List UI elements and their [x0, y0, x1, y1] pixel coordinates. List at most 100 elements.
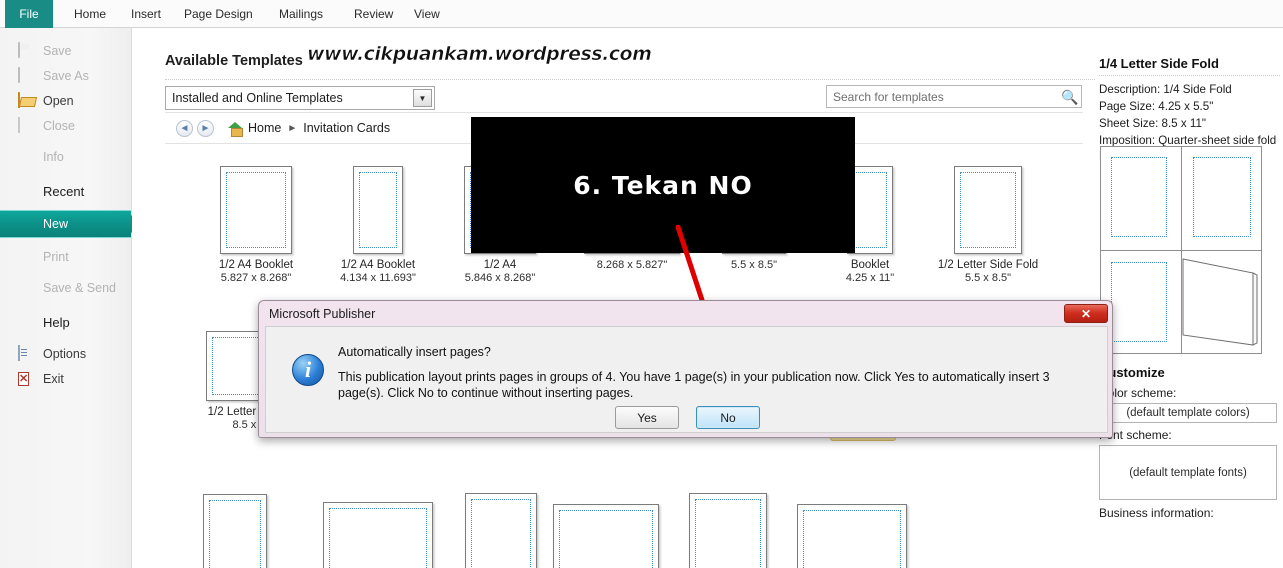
page-title: Available Templates [165, 53, 303, 69]
template-thumbnail [689, 493, 767, 568]
sidebar-item-save-and-send[interactable]: Save & Send [0, 275, 131, 300]
business-information-label: Business information: [1099, 506, 1214, 520]
exit-icon: ✕ [18, 371, 30, 386]
preview-quadrant [1111, 157, 1167, 237]
dialog-title: Microsoft Publisher [269, 307, 376, 321]
dialog-body: i Automatically insert pages? This publi… [265, 326, 1108, 433]
template-source-value: Installed and Online Templates [172, 91, 343, 105]
preview-quadrant [1111, 262, 1167, 342]
sidebar-item-label: Save & Send [43, 280, 116, 295]
template-name: 1/2 A4 Booklet [218, 259, 294, 271]
template-name: 1/2 Letter Side Fold [937, 259, 1039, 271]
template-card[interactable] [797, 504, 907, 568]
template-size: 5.5 x 8.5" [964, 272, 1012, 284]
sidebar-item-close[interactable]: Close [0, 113, 131, 138]
template-details-pane: 1/4 Letter Side Fold Description: 1/4 Si… [1096, 28, 1283, 568]
preview-fold-illustration [1182, 258, 1258, 346]
open-folder-icon [18, 91, 36, 109]
template-thumbnail [203, 494, 267, 568]
sidebar-item-help[interactable]: Help [0, 310, 131, 335]
details-description: Description: 1/4 Side Fold [1099, 83, 1232, 96]
sidebar-item-label: Info [43, 149, 64, 164]
details-page-size: Page Size: 4.25 x 5.5" [1099, 100, 1214, 113]
template-size: 5.827 x 8.268" [220, 272, 292, 284]
font-scheme-select[interactable]: (default template fonts) [1099, 445, 1277, 500]
color-scheme-select[interactable]: (default template colors) [1099, 403, 1277, 423]
template-thumbnail [323, 502, 433, 568]
template-thumbnail [954, 166, 1022, 254]
sidebar-item-label: Close [43, 118, 75, 133]
details-sheet-size: Sheet Size: 8.5 x 11" [1099, 117, 1207, 130]
search-template-box[interactable]: 🔍 [826, 85, 1082, 108]
sidebar-item-label: New [43, 217, 69, 231]
sidebar-item-recent[interactable]: Recent [0, 179, 131, 204]
title-divider [165, 79, 1205, 80]
template-card[interactable] [465, 493, 537, 568]
sidebar-item-label: Help [43, 315, 70, 330]
publisher-backstage-new-screen: File Home Insert Page Design Mailings Re… [0, 0, 1283, 568]
sidebar-item-print[interactable]: Print [0, 244, 131, 269]
annotation-step-box: 6. Tekan NO [471, 117, 855, 253]
template-thumbnail [465, 493, 537, 568]
template-size: 5.5 x 8.5" [730, 259, 778, 271]
template-card[interactable] [323, 502, 433, 568]
tab-mailings[interactable]: Mailings [273, 0, 329, 28]
insert-pages-dialog: Microsoft Publisher ✕ i Automatically in… [258, 300, 1113, 438]
details-title: 1/4 Letter Side Fold [1099, 56, 1219, 71]
close-icon[interactable]: ✕ [1064, 304, 1108, 323]
template-thumbnail [220, 166, 292, 254]
tab-view[interactable]: View [408, 0, 446, 28]
preview-horizontal-fold [1101, 250, 1261, 251]
sidebar-item-label: Recent [43, 184, 85, 199]
breadcrumb-current[interactable]: Invitation Cards [303, 121, 390, 135]
template-card[interactable]: 1/2 A4 Booklet 4.134 x 11.693" [323, 166, 433, 285]
template-preview [1100, 146, 1262, 354]
template-source-select[interactable]: Installed and Online Templates ▼ [165, 86, 435, 110]
sidebar-item-new[interactable]: New [0, 210, 140, 238]
sidebar-item-label: Save As [43, 68, 89, 83]
sidebar-item-save-as[interactable]: Save As [0, 63, 131, 88]
sidebar-item-info[interactable]: Info [0, 144, 131, 169]
template-size: 4.25 x 11" [845, 272, 895, 284]
details-divider [1099, 75, 1280, 76]
sidebar-item-label: Print [43, 249, 69, 264]
sidebar-item-open[interactable]: Open [0, 88, 131, 113]
template-thumbnail [553, 504, 659, 568]
breadcrumb-home[interactable]: Home [248, 121, 281, 135]
dialog-message: This publication layout prints pages in … [338, 370, 1050, 400]
sidebar-item-label: Save [43, 43, 72, 58]
template-card[interactable] [553, 504, 659, 568]
backstage-sidebar: Save Save As Open Close Info Recent New [0, 28, 140, 568]
yes-button[interactable]: Yes [615, 406, 679, 429]
site-watermark: www.cikpuankam.wordpress.com [307, 43, 653, 66]
tab-file[interactable]: File [5, 0, 53, 28]
preview-quadrant [1193, 157, 1251, 237]
search-icon[interactable]: 🔍 [1061, 89, 1078, 105]
sidebar-item-save[interactable]: Save [0, 38, 131, 63]
template-size: 8.268 x 5.827" [596, 259, 668, 271]
tab-home[interactable]: Home [68, 0, 112, 28]
template-name: Booklet [850, 259, 890, 271]
template-thumbnail [353, 166, 403, 254]
search-input[interactable] [833, 89, 1059, 104]
sidebar-item-label: Options [43, 346, 87, 361]
template-card[interactable]: 1/2 A4 Booklet 5.827 x 8.268" [201, 166, 311, 285]
tab-page-design[interactable]: Page Design [178, 0, 259, 28]
save-as-icon [18, 66, 36, 84]
forward-icon[interactable]: ► [197, 119, 214, 137]
template-thumbnail [797, 504, 907, 568]
home-icon[interactable] [228, 121, 243, 137]
no-button[interactable]: No [696, 406, 760, 429]
options-icon [18, 344, 36, 362]
chevron-down-icon[interactable]: ▼ [413, 89, 432, 107]
tab-insert[interactable]: Insert [125, 0, 167, 28]
sidebar-item-exit[interactable]: ✕ Exit [0, 366, 131, 391]
sidebar-item-options[interactable]: Options [0, 341, 131, 366]
template-card[interactable]: 1/2 Letter Side Fold 5.5 x 8.5" [927, 166, 1049, 285]
template-card[interactable] [689, 493, 767, 568]
back-icon[interactable]: ◄ [176, 119, 193, 137]
tab-review[interactable]: Review [348, 0, 399, 28]
template-card[interactable] [203, 494, 267, 568]
save-icon [18, 41, 36, 59]
close-doc-icon [18, 116, 36, 134]
